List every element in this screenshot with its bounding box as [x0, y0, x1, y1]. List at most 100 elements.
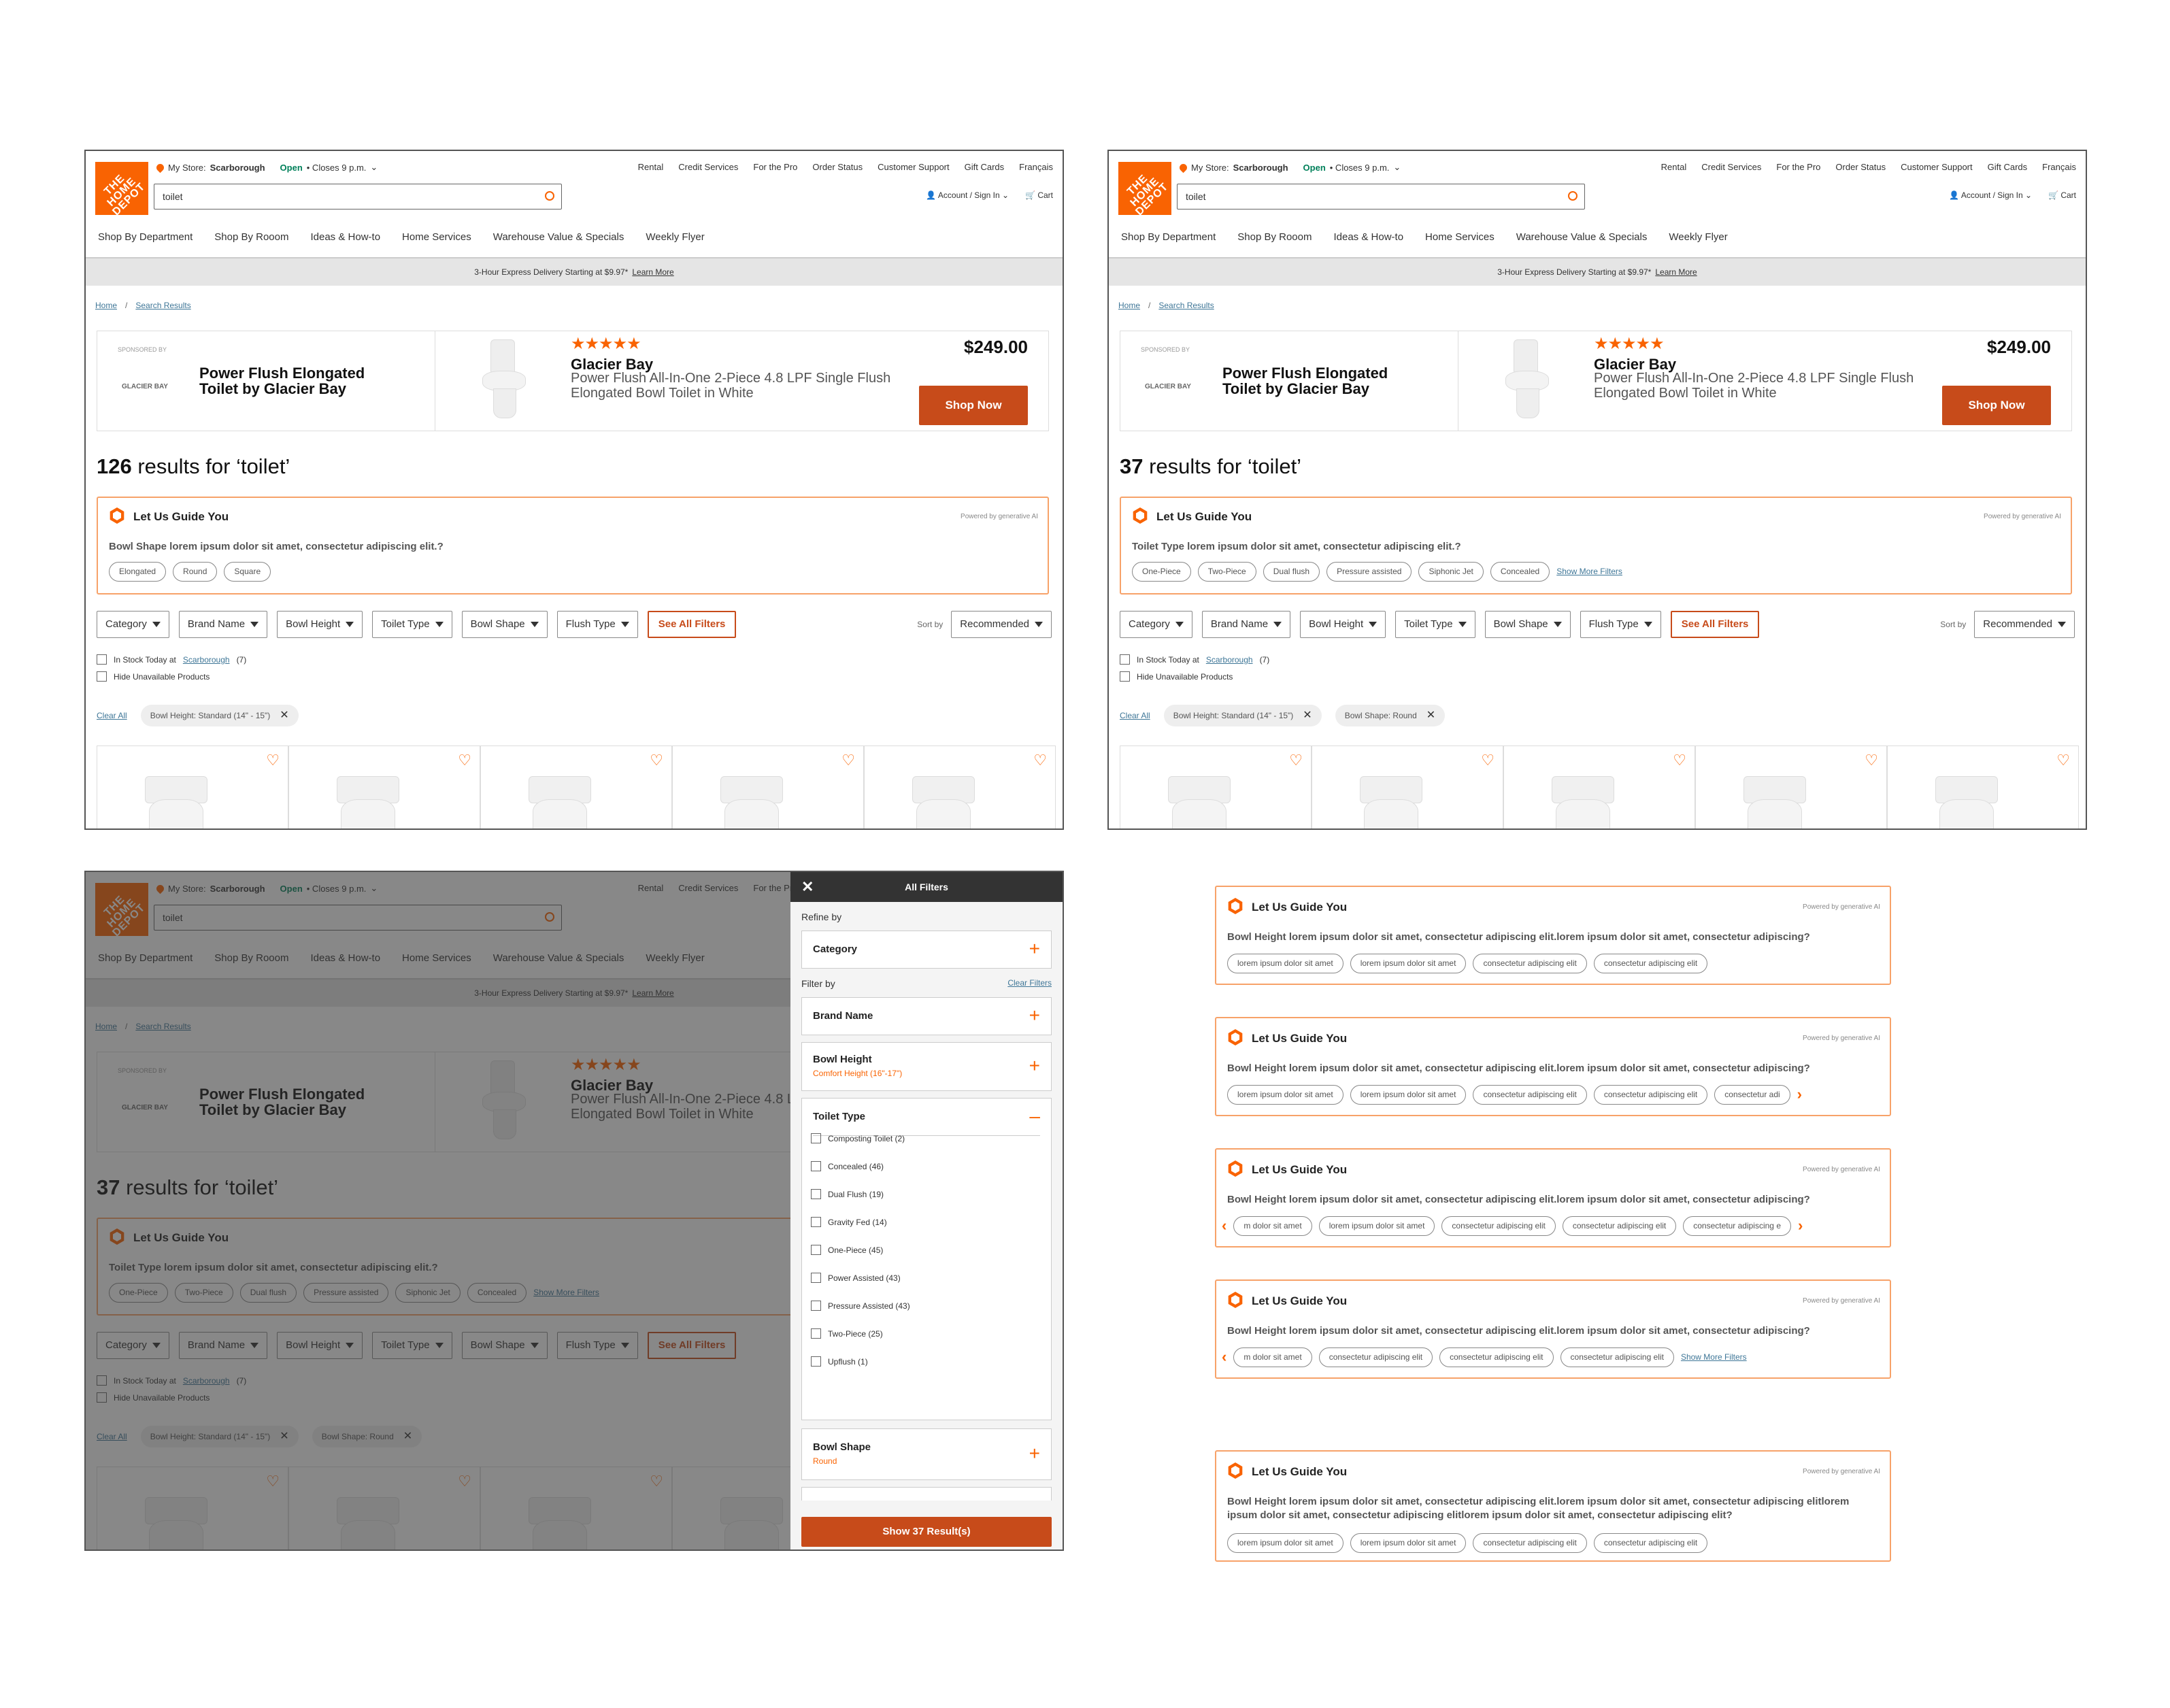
util-link[interactable]: Gift Cards: [965, 162, 1005, 172]
util-link[interactable]: Rental: [1661, 162, 1687, 172]
filter-dropdown[interactable]: Category: [97, 611, 169, 638]
bowl-height-section[interactable]: Bowl Height Comfort Height (16"-17") +: [801, 1042, 1052, 1091]
guide-chip[interactable]: Pressure assisted: [1326, 562, 1412, 582]
search-input[interactable]: toilet: [154, 184, 562, 210]
minus-icon[interactable]: –: [1029, 1107, 1040, 1126]
chevron-left-icon[interactable]: ‹: [1222, 1216, 1226, 1236]
guide-chip[interactable]: lorem ipsum dolor sit amet: [1350, 1533, 1467, 1553]
util-link[interactable]: Credit Services: [678, 162, 738, 172]
guide-chip[interactable]: Elongated: [109, 562, 167, 582]
toilet-image[interactable]: [478, 339, 533, 421]
filter-option[interactable]: Composting Toilet (2): [811, 1133, 905, 1143]
guide-chip[interactable]: consectetur adipiscing e: [1683, 1216, 1791, 1236]
product-card[interactable]: ♡: [1312, 746, 1503, 828]
guide-chip[interactable]: One-Piece: [1132, 562, 1191, 582]
filter-dropdown[interactable]: Flush Type: [1580, 611, 1661, 638]
util-link[interactable]: Credit Services: [1701, 162, 1761, 172]
nav-item[interactable]: Weekly Flyer: [646, 231, 704, 243]
filter-option[interactable]: Dual Flush (19): [811, 1189, 884, 1199]
hide-unavailable-checkbox[interactable]: Hide Unavailable Products: [97, 671, 246, 682]
clear-all-link[interactable]: Clear All: [97, 711, 127, 720]
nav-item[interactable]: Shop By Department: [1121, 231, 1216, 243]
nav-item[interactable]: Ideas & How-to: [1333, 231, 1403, 243]
sort-dropdown[interactable]: Recommended: [951, 611, 1052, 638]
search-input[interactable]: toilet: [1177, 184, 1585, 210]
product-card[interactable]: ♡: [864, 746, 1056, 828]
shop-now-button[interactable]: Shop Now: [919, 386, 1028, 425]
account-link[interactable]: 👤 Account / Sign In ⌄: [1949, 190, 2032, 200]
util-link[interactable]: Rental: [638, 162, 664, 172]
guide-chip[interactable]: consectetur adipiscing elit: [1318, 1347, 1433, 1367]
heart-icon[interactable]: ♡: [1289, 752, 1303, 769]
filter-option[interactable]: One-Piece (45): [811, 1245, 883, 1255]
nav-item[interactable]: Weekly Flyer: [1669, 231, 1727, 243]
nav-item[interactable]: Ideas & How-to: [310, 231, 380, 243]
util-link[interactable]: For the Pro: [1776, 162, 1820, 172]
sort-dropdown[interactable]: Recommended: [1974, 611, 2075, 638]
learn-more-link[interactable]: Learn More: [632, 267, 673, 277]
filter-option[interactable]: Two-Piece (25): [811, 1328, 883, 1339]
filter-dropdown[interactable]: Category: [1120, 611, 1192, 638]
nav-item[interactable]: Home Services: [1425, 231, 1495, 243]
filter-dropdown[interactable]: Flush Type: [556, 611, 638, 638]
guide-chip[interactable]: Siphonic Jet: [1418, 562, 1484, 582]
product-card[interactable]: ♡: [480, 746, 672, 828]
guide-chip[interactable]: m dolor sit amet: [1233, 1347, 1312, 1367]
guide-chip[interactable]: lorem ipsum dolor sit amet: [1318, 1216, 1435, 1236]
nav-item[interactable]: Shop By Rooom: [214, 231, 288, 243]
applied-filter-chip[interactable]: Bowl Height: Standard (14" - 15")✕: [140, 705, 299, 726]
heart-icon[interactable]: ♡: [650, 752, 663, 769]
guide-chip[interactable]: consectetur adipiscing elit: [1593, 1085, 1708, 1105]
product-card[interactable]: ♡: [97, 746, 288, 828]
hide-unavailable-checkbox[interactable]: Hide Unavailable Products: [1120, 671, 1269, 682]
instock-checkbox[interactable]: In Stock Today atScarborough(7): [1120, 654, 1269, 665]
filter-dropdown[interactable]: Toilet Type: [372, 611, 452, 638]
util-link[interactable]: Français: [1019, 162, 1053, 172]
show-more-filters-link[interactable]: Show More Filters: [1681, 1347, 1747, 1367]
account-link[interactable]: 👤 Account / Sign In ⌄: [926, 190, 1009, 200]
filter-option[interactable]: Upflush (1): [811, 1356, 868, 1367]
util-link[interactable]: Order Status: [812, 162, 863, 172]
guide-chip[interactable]: consectetur adipiscing elit: [1441, 1216, 1556, 1236]
overlay[interactable]: [86, 872, 793, 1550]
guide-chip[interactable]: Two-Piece: [1197, 562, 1256, 582]
filter-option[interactable]: Pressure Assisted (43): [811, 1301, 910, 1311]
filter-dropdown[interactable]: Bowl Height: [277, 611, 363, 638]
see-all-filters-button[interactable]: See All Filters: [1670, 611, 1760, 638]
guide-chip[interactable]: Dual flush: [1263, 562, 1320, 582]
guide-chip[interactable]: lorem ipsum dolor sit amet: [1227, 1085, 1343, 1105]
filter-dropdown[interactable]: Brand Name: [1201, 611, 1291, 638]
show-more-filters-link[interactable]: Show More Filters: [1556, 562, 1622, 582]
filter-option[interactable]: Concealed (46): [811, 1161, 884, 1171]
heart-icon[interactable]: ♡: [841, 752, 855, 769]
filter-dropdown[interactable]: Toilet Type: [1395, 611, 1475, 638]
heart-icon[interactable]: ♡: [458, 752, 471, 769]
clear-filters-link[interactable]: Clear Filters: [1007, 978, 1052, 988]
nav-item[interactable]: Warehouse Value & Specials: [1516, 231, 1648, 243]
toilet-image[interactable]: [1501, 339, 1556, 421]
show-results-button[interactable]: Show 37 Result(s): [801, 1517, 1052, 1547]
search-icon[interactable]: [1568, 191, 1578, 201]
home-depot-logo[interactable]: THE HOME DEPOT: [1118, 162, 1171, 215]
home-depot-logo[interactable]: THE HOME DEPOT: [95, 162, 148, 215]
guide-chip[interactable]: lorem ipsum dolor sit amet: [1227, 1533, 1343, 1553]
instock-checkbox[interactable]: In Stock Today atScarborough(7): [97, 654, 246, 665]
guide-chip[interactable]: Round: [173, 562, 218, 582]
guide-chip[interactable]: lorem ipsum dolor sit amet: [1350, 1085, 1467, 1105]
store-selector[interactable]: My Store:ScarboroughOpen• Closes 9 p.m.⌄: [1178, 162, 1401, 173]
see-all-filters-button[interactable]: See All Filters: [647, 611, 737, 638]
learn-more-link[interactable]: Learn More: [1655, 267, 1697, 277]
filter-dropdown[interactable]: Bowl Height: [1300, 611, 1386, 638]
heart-icon[interactable]: ♡: [1673, 752, 1686, 769]
close-icon[interactable]: ✕: [801, 872, 814, 902]
nav-item[interactable]: Shop By Department: [98, 231, 193, 243]
filter-dropdown[interactable]: Bowl Shape: [1484, 611, 1571, 638]
product-card[interactable]: ♡: [1887, 746, 2079, 828]
applied-filter-chip[interactable]: Bowl Height: Standard (14" - 15")✕: [1163, 705, 1322, 726]
shop-now-button[interactable]: Shop Now: [1942, 386, 2051, 425]
guide-chip[interactable]: consectetur adipiscing elit: [1560, 1347, 1674, 1367]
category-section[interactable]: Category +: [801, 931, 1052, 969]
guide-chip[interactable]: lorem ipsum dolor sit amet: [1227, 954, 1343, 973]
applied-filter-chip[interactable]: Bowl Shape: Round✕: [1335, 705, 1446, 726]
guide-chip[interactable]: consectetur adipiscing elit: [1473, 1533, 1587, 1553]
